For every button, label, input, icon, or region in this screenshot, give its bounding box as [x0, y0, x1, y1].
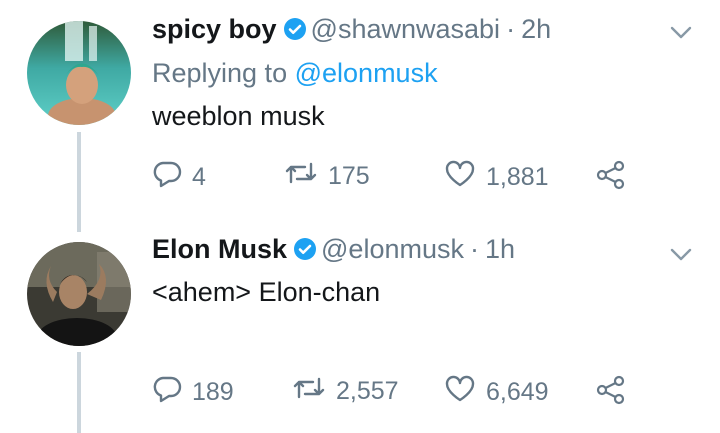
display-name[interactable]: Elon Musk — [152, 234, 287, 264]
replying-to: Replying to @elonmusk — [152, 58, 438, 89]
like-count: 6,649 — [486, 378, 549, 406]
reply-icon — [152, 160, 192, 195]
chevron-down-icon[interactable] — [670, 26, 692, 45]
share-icon — [595, 375, 637, 412]
retweet-button[interactable]: 175 — [284, 160, 370, 193]
tweet-text: weeblon musk — [152, 101, 325, 131]
avatar[interactable] — [27, 242, 131, 346]
reply-button[interactable]: 4 — [152, 160, 206, 195]
separator-dot: · — [506, 14, 516, 44]
like-button[interactable]: 1,881 — [444, 160, 549, 195]
like-icon — [444, 160, 486, 195]
share-icon — [595, 160, 637, 197]
share-button[interactable] — [595, 375, 637, 412]
like-icon — [444, 375, 486, 410]
verified-badge-icon — [283, 17, 307, 48]
thread-line — [77, 352, 81, 433]
reply-button[interactable]: 189 — [152, 375, 234, 410]
replying-to-link[interactable]: @elonmusk — [295, 58, 438, 88]
verified-badge-icon — [293, 237, 317, 268]
timestamp[interactable]: 1h — [485, 234, 515, 264]
retweet-icon — [292, 375, 336, 408]
tweet-header: Elon Musk @elonmusk · 1h — [152, 234, 515, 268]
replying-prefix: Replying to — [152, 58, 288, 88]
user-handle[interactable]: @shawnwasabi — [311, 14, 501, 44]
retweet-icon — [284, 160, 328, 193]
retweet-button[interactable]: 2,557 — [292, 375, 399, 408]
reply-icon — [152, 375, 192, 410]
separator-dot: · — [469, 234, 479, 264]
like-button[interactable]: 6,649 — [444, 375, 549, 410]
tweet-text: <ahem> Elon-chan — [152, 277, 381, 307]
reply-count: 189 — [192, 378, 234, 406]
tweet-header: spicy boy @shawnwasabi · 2h — [152, 14, 551, 48]
retweet-count: 2,557 — [336, 377, 399, 405]
thread-line — [77, 132, 81, 232]
like-count: 1,881 — [486, 163, 549, 191]
retweet-count: 175 — [328, 162, 370, 190]
chevron-down-icon[interactable] — [670, 248, 692, 267]
display-name[interactable]: spicy boy — [152, 14, 277, 44]
avatar[interactable] — [27, 21, 131, 125]
reply-count: 4 — [192, 163, 206, 191]
timestamp[interactable]: 2h — [521, 14, 551, 44]
share-button[interactable] — [595, 160, 637, 197]
user-handle[interactable]: @elonmusk — [321, 234, 464, 264]
